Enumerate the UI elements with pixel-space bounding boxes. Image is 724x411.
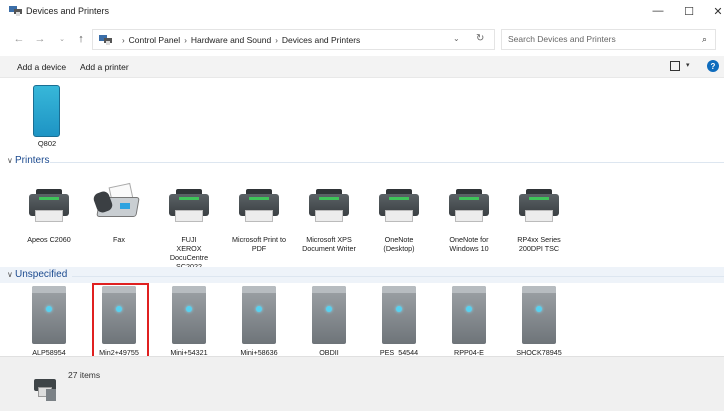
search-input[interactable] xyxy=(508,34,688,44)
collapse-chevron-icon[interactable]: ∨ xyxy=(7,156,13,165)
section-title: Unspecified xyxy=(15,269,68,280)
unspecified-device-item[interactable]: Mini+58636 xyxy=(224,286,294,357)
window-title: Devices and Printers xyxy=(26,6,110,16)
printer-icon xyxy=(519,189,559,225)
add-device-button[interactable]: Add a device xyxy=(17,62,66,72)
breadcrumb-separator: › xyxy=(275,36,278,45)
address-bar[interactable]: › Control Panel › Hardware and Sound › Device… xyxy=(92,29,495,50)
section-divider xyxy=(72,276,724,277)
device-label: Microsoft Print to PDF xyxy=(232,235,286,253)
unspecified-device-item[interactable]: OBDII xyxy=(294,286,364,357)
device-label: OneNote (Desktop) xyxy=(383,235,415,253)
recent-locations-button[interactable]: ⌄ xyxy=(55,32,69,46)
unspecified-device-item[interactable]: RPP04-E xyxy=(434,286,504,357)
unspecified-section-header[interactable]: ∨ Unspecified xyxy=(0,267,724,283)
up-button[interactable]: ↑ xyxy=(74,32,88,46)
minimize-button[interactable]: — xyxy=(642,0,674,22)
back-button[interactable]: ← xyxy=(12,32,26,46)
breadcrumb: › Control Panel › Hardware and Sound › Device… xyxy=(118,35,360,45)
device-label: Q802 xyxy=(37,139,57,148)
command-bar: Add a device Add a printer ▾ ? xyxy=(0,56,724,78)
printer-icon xyxy=(29,189,69,225)
tower-icon xyxy=(382,286,416,344)
add-printer-button[interactable]: Add a printer xyxy=(80,62,129,72)
tower-icon xyxy=(172,286,206,344)
phone-icon xyxy=(33,85,60,137)
breadcrumb-control-panel[interactable]: Control Panel xyxy=(129,35,181,45)
tower-icon xyxy=(32,286,66,344)
tower-icon xyxy=(242,286,276,344)
breadcrumb-separator: › xyxy=(122,36,125,45)
section-title: Printers xyxy=(15,155,50,166)
tower-icon xyxy=(312,286,346,344)
printer-item[interactable]: RP4xx Series 200DPI TSC xyxy=(504,177,574,257)
forward-button[interactable]: → xyxy=(33,32,47,46)
devices-printers-icon xyxy=(32,375,60,401)
unspecified-device-item[interactable]: Mini+54321 xyxy=(154,286,224,357)
device-label: Microsoft XPS Document Writer xyxy=(302,235,356,253)
collapse-chevron-icon[interactable]: ∨ xyxy=(7,270,13,279)
section-divider xyxy=(50,162,724,163)
device-label: RP4xx Series 200DPI TSC xyxy=(517,235,561,253)
printer-icon xyxy=(379,189,419,225)
printer-item[interactable]: OneNote for Windows 10 xyxy=(434,177,504,257)
printer-item[interactable]: Apeos C2060 xyxy=(14,177,84,257)
devices-printers-app-icon xyxy=(9,6,22,16)
breadcrumb-separator: › xyxy=(184,36,187,45)
printer-item[interactable]: Fax xyxy=(84,177,154,257)
printer-icon xyxy=(449,189,489,225)
device-label: Apeos C2060 xyxy=(27,235,71,244)
printer-icon xyxy=(239,189,279,225)
close-button[interactable]: ✕ xyxy=(702,0,724,22)
device-label: OneNote for Windows 10 xyxy=(449,235,489,253)
device-label: Fax xyxy=(113,235,125,244)
unspecified-device-item[interactable]: SHOCK78945 xyxy=(504,286,574,357)
navigation-bar: ← → ⌄ ↑ › Control Panel › Hardware and Soun… xyxy=(0,24,724,54)
maximize-button[interactable]: ☐ xyxy=(673,0,705,22)
control-panel-icon xyxy=(99,35,112,45)
fax-icon xyxy=(92,182,144,223)
unspecified-device-item[interactable]: ALP58954 xyxy=(14,286,84,357)
printer-icon xyxy=(169,189,209,225)
view-dropdown-icon[interactable]: ▾ xyxy=(686,61,690,69)
device-label: FUJI XEROX DocuCentre SC2022 xyxy=(169,235,209,271)
printer-item[interactable]: FUJI XEROX DocuCentre SC2022 xyxy=(154,177,224,271)
printer-item[interactable]: OneNote (Desktop) xyxy=(364,177,434,257)
printers-section-header[interactable]: ∨ Printers xyxy=(0,153,724,169)
refresh-icon[interactable]: ↻ xyxy=(476,33,484,44)
item-count: 27 items xyxy=(68,370,101,380)
help-icon[interactable]: ? xyxy=(707,60,719,72)
device-list: Q802 ∨ Printers Apeos C2060 Fax FUJI XER… xyxy=(0,79,724,364)
breadcrumb-devices-and-printers[interactable]: Devices and Printers xyxy=(282,35,360,45)
tower-icon xyxy=(522,286,556,344)
title-bar: Devices and Printers — ☐ ✕ xyxy=(0,0,724,22)
tower-icon xyxy=(452,286,486,344)
printer-icon xyxy=(309,189,349,225)
change-view-icon[interactable] xyxy=(670,61,680,71)
details-pane: 27 items xyxy=(0,356,724,411)
breadcrumb-hardware-and-sound[interactable]: Hardware and Sound xyxy=(191,35,271,45)
search-box[interactable]: ⌕ xyxy=(501,29,716,50)
selection-highlight xyxy=(92,283,149,364)
printer-item[interactable]: Microsoft XPS Document Writer xyxy=(294,177,364,257)
address-dropdown-icon[interactable]: ⌄ xyxy=(453,34,460,43)
printer-item[interactable]: Microsoft Print to PDF xyxy=(224,177,294,257)
unspecified-device-item[interactable]: PES_54544 xyxy=(364,286,434,357)
search-icon[interactable]: ⌕ xyxy=(702,34,707,45)
